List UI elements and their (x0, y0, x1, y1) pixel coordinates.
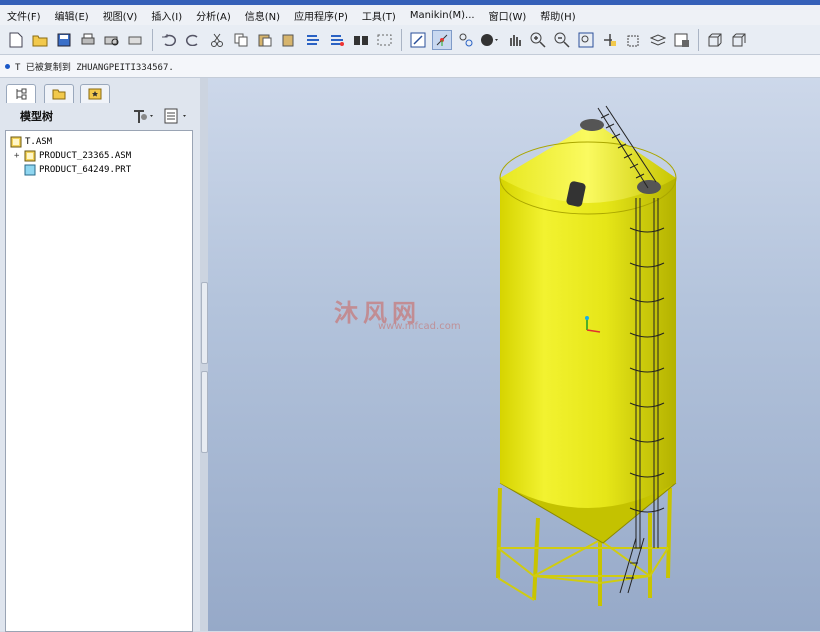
zoom-in-icon[interactable] (528, 30, 548, 50)
menu-bar: 文件(F) 编辑(E) 视图(V) 插入(I) 分析(A) 信息(N) 应用程序… (0, 5, 820, 25)
model-tree: T.ASM + PRODUCT_23365.ASM PRODUCT_64249.… (5, 130, 193, 632)
print-icon[interactable] (78, 30, 98, 50)
menu-help[interactable]: 帮助(H) (533, 8, 582, 23)
tab-model-tree[interactable] (6, 84, 36, 103)
navigator-panel: 模型树 T.ASM + PRODUCT_23365.ASM PRODUCT_64… (0, 78, 200, 632)
message-bar: T 已被复制到 ZHUANGPEITI334567. (0, 55, 820, 78)
cut-icon[interactable] (207, 30, 227, 50)
undo-icon[interactable] (159, 30, 179, 50)
repaint-icon[interactable] (408, 30, 428, 50)
tab-folder-browser[interactable] (44, 84, 74, 103)
tree-item-label: PRODUCT_23365.ASM (39, 151, 132, 161)
copy-icon[interactable] (231, 30, 251, 50)
new-file-icon[interactable] (6, 30, 26, 50)
watermark-url: www.mfcad.com (378, 321, 461, 332)
print-preview-icon[interactable] (102, 30, 122, 50)
tree-item-label: PRODUCT_64249.PRT (39, 165, 132, 175)
splitter-grip[interactable] (201, 282, 208, 364)
paste-special-icon[interactable] (279, 30, 299, 50)
tab-favorites[interactable] (80, 84, 110, 103)
menu-applications[interactable]: 应用程序(P) (287, 8, 355, 23)
send-icon[interactable] (126, 30, 146, 50)
favorites-icon (88, 88, 102, 100)
splitter-grip[interactable] (201, 371, 208, 453)
orient-icon[interactable] (600, 30, 620, 50)
toolbar-separator (152, 28, 153, 51)
hidden-line-icon[interactable] (729, 30, 749, 50)
menu-edit[interactable]: 编辑(E) (48, 8, 96, 23)
spin-center-icon[interactable] (432, 29, 452, 50)
tree-root[interactable]: T.ASM (10, 135, 52, 149)
display-style-icon[interactable] (672, 30, 692, 50)
refit-icon[interactable] (576, 30, 596, 50)
zoom-out-icon[interactable] (552, 30, 572, 50)
assembly-icon (24, 150, 36, 162)
wireframe-icon[interactable] (705, 30, 725, 50)
layers-icon[interactable] (648, 30, 668, 50)
save-icon[interactable] (54, 30, 74, 50)
open-folder-icon[interactable] (30, 30, 50, 50)
menu-tools[interactable]: 工具(T) (355, 8, 403, 23)
info-bullet-icon (5, 63, 10, 69)
assembly-icon (10, 136, 22, 148)
model-tree-header: 模型树 (4, 104, 196, 128)
select-box-icon[interactable] (375, 30, 395, 50)
menu-manikin[interactable]: Manikin(M)... (403, 10, 482, 21)
tree-item[interactable]: PRODUCT_64249.PRT (24, 163, 131, 177)
tree-icon (16, 88, 27, 100)
redo-icon[interactable] (183, 30, 203, 50)
folder-icon (52, 89, 66, 100)
shading-icon[interactable] (480, 30, 500, 50)
graphics-window[interactable]: 沐风网 www.mfcad.com (208, 78, 820, 631)
menu-file[interactable]: 文件(F) (0, 8, 48, 23)
tree-root-label: T.ASM (25, 137, 53, 147)
main-toolbar (0, 25, 820, 55)
menu-info[interactable]: 信息(N) (238, 8, 287, 23)
expand-icon[interactable]: + (14, 151, 24, 161)
menu-insert[interactable]: 插入(I) (144, 8, 189, 23)
silo-model[interactable] (208, 78, 820, 631)
panel-title: 模型树 (20, 110, 53, 123)
menu-view[interactable]: 视图(V) (96, 8, 145, 23)
toolbar-separator (401, 28, 402, 51)
panel-splitter[interactable] (200, 78, 208, 631)
paste-icon[interactable] (255, 30, 275, 50)
part-icon (24, 164, 36, 176)
menu-window[interactable]: 窗口(W) (482, 8, 534, 23)
regenerate-manager-icon[interactable] (327, 30, 347, 50)
regenerate-icon[interactable] (303, 30, 323, 50)
find-icon[interactable] (351, 30, 371, 50)
navigator-tabs (0, 78, 200, 104)
view-manager-icon[interactable] (456, 30, 476, 50)
tree-show-icon[interactable] (164, 108, 190, 127)
message-text: T 已被复制到 ZHUANGPEITI334567. (15, 62, 174, 73)
toolbar-separator (698, 28, 699, 51)
menu-analysis[interactable]: 分析(A) (189, 8, 238, 23)
pan-icon[interactable] (504, 30, 524, 50)
tree-item[interactable]: + PRODUCT_23365.ASM (14, 149, 131, 163)
tree-settings-icon[interactable] (132, 108, 156, 127)
saved-views-icon[interactable] (624, 30, 644, 50)
